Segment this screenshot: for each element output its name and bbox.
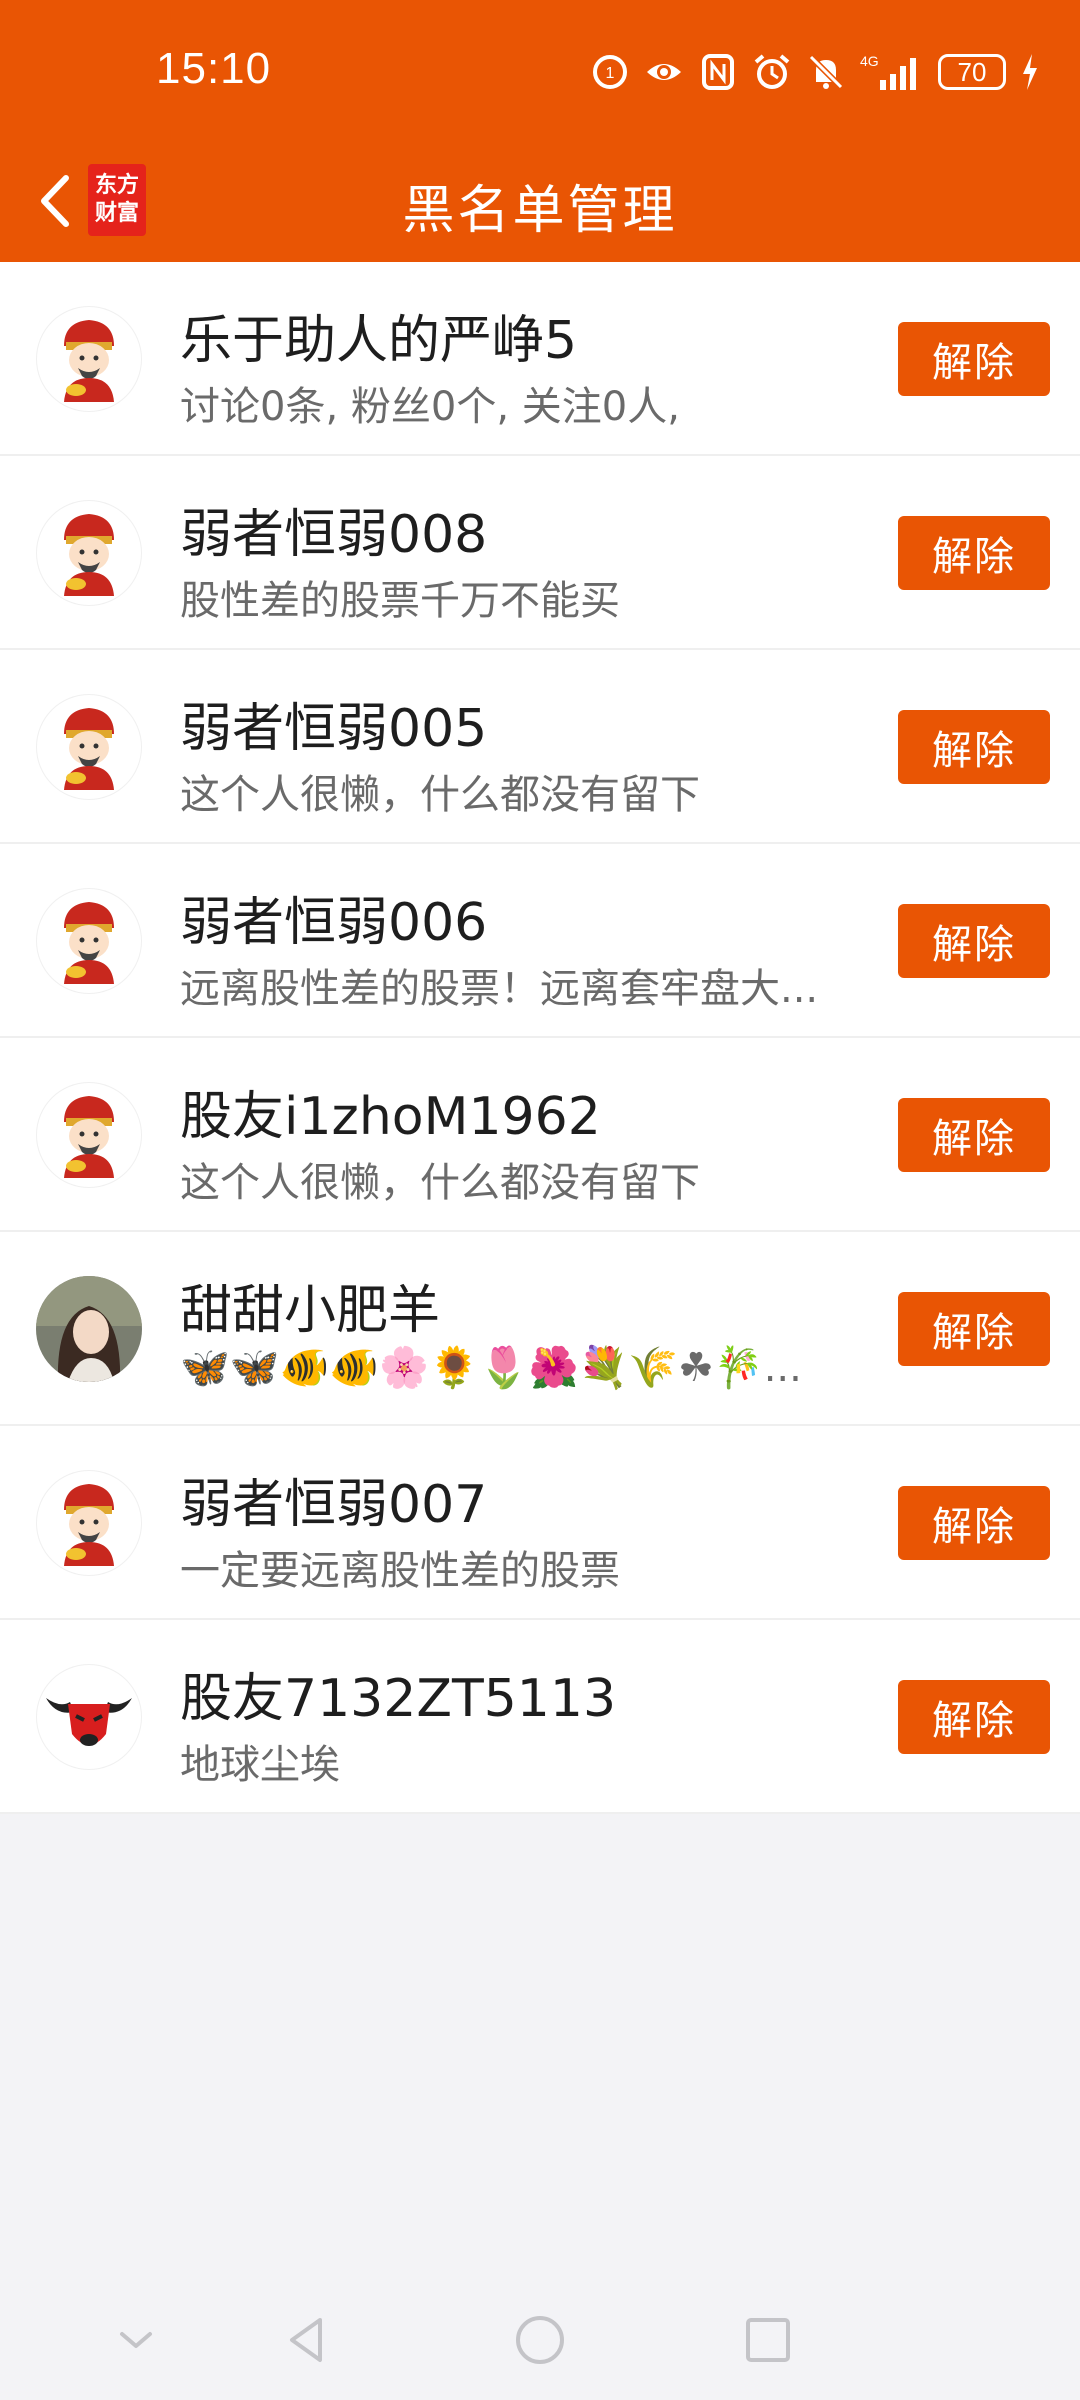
- mute-icon: [806, 52, 846, 92]
- battery-icon: 70: [938, 54, 1006, 90]
- blocked-user-row-7: 弱者恒弱007 一定要远离股性差的股票 解除: [0, 1426, 1080, 1620]
- title-bar: 东方 财富 黑名单管理: [0, 140, 1080, 262]
- user-description: 一定要远离股性差的股票: [180, 1548, 620, 1594]
- user-description: 股性差的股票千万不能买: [180, 578, 620, 624]
- caishen-avatar[interactable]: [36, 1082, 142, 1188]
- red-bull-avatar[interactable]: [36, 1664, 142, 1770]
- page-title: 黑名单管理: [402, 181, 678, 241]
- status-time: 15:10: [156, 44, 272, 93]
- status-icons: 1 4G 70: [590, 44, 1040, 100]
- caishen-avatar[interactable]: [36, 694, 142, 800]
- blocked-user-row-1: 乐于助人的严峥5 讨论0条, 粉丝0个, 关注0人, 解除: [0, 262, 1080, 456]
- user-name[interactable]: 弱者恒弱005: [180, 686, 487, 761]
- user-name[interactable]: 乐于助人的严峥5: [180, 298, 577, 373]
- user-name[interactable]: 甜甜小肥羊: [180, 1268, 440, 1343]
- user-description: 地球尘埃: [180, 1742, 340, 1788]
- user-description: 这个人很懒，什么都没有留下: [180, 772, 700, 818]
- user-description: 这个人很懒，什么都没有留下: [180, 1160, 700, 1206]
- blocked-user-list: 乐于助人的严峥5 讨论0条, 粉丝0个, 关注0人, 解除 弱者恒弱008 股性…: [0, 262, 1080, 1814]
- remove-button[interactable]: 解除: [898, 516, 1050, 590]
- caishen-avatar[interactable]: [36, 1470, 142, 1576]
- blocked-user-row-6: 甜甜小肥羊 🦋🦋🐠🐠🌸🌻🌷🌺💐🌾☘🎋... 解除: [0, 1232, 1080, 1426]
- charging-icon: [1020, 52, 1040, 92]
- user-description: 讨论0条, 粉丝0个, 关注0人,: [180, 384, 680, 430]
- remove-button[interactable]: 解除: [898, 1292, 1050, 1366]
- eye-icon: [644, 52, 684, 92]
- system-nav-bar: [0, 2280, 1080, 2400]
- hd-call-icon: 1: [590, 52, 630, 92]
- user-name[interactable]: 弱者恒弱006: [180, 880, 487, 955]
- caishen-avatar[interactable]: [36, 306, 142, 412]
- remove-button[interactable]: 解除: [898, 710, 1050, 784]
- user-description: 远离股性差的股票！远离套牢盘大...: [180, 966, 819, 1012]
- status-bar: 15:10 1 4G 70: [0, 0, 1080, 140]
- user-description: 🦋🦋🐠🐠🌸🌻🌷🌺💐🌾☘🎋...: [180, 1345, 802, 1391]
- svg-text:4G: 4G: [860, 53, 879, 69]
- alarm-icon: [752, 52, 792, 92]
- svg-text:1: 1: [606, 65, 615, 82]
- remove-button[interactable]: 解除: [898, 1680, 1050, 1754]
- home-icon[interactable]: [508, 2308, 572, 2372]
- recents-icon[interactable]: [736, 2308, 800, 2372]
- remove-button[interactable]: 解除: [898, 904, 1050, 978]
- blocked-user-row-2: 弱者恒弱008 股性差的股票千万不能买 解除: [0, 456, 1080, 650]
- caishen-avatar[interactable]: [36, 888, 142, 994]
- remove-button[interactable]: 解除: [898, 1098, 1050, 1172]
- caishen-avatar[interactable]: [36, 500, 142, 606]
- battery-level: 70: [957, 56, 987, 87]
- blocked-user-row-4: 弱者恒弱006 远离股性差的股票！远离套牢盘大... 解除: [0, 844, 1080, 1038]
- nfc-icon: [698, 52, 738, 92]
- blocked-user-row-8: 股友7132ZT5113 地球尘埃 解除: [0, 1620, 1080, 1814]
- remove-button[interactable]: 解除: [898, 322, 1050, 396]
- blocked-user-row-5: 股友i1zhoM1962 这个人很懒，什么都没有留下 解除: [0, 1038, 1080, 1232]
- user-name[interactable]: 弱者恒弱008: [180, 492, 487, 567]
- user-name[interactable]: 弱者恒弱007: [180, 1462, 487, 1537]
- collapse-icon[interactable]: [104, 2308, 168, 2372]
- back-icon[interactable]: [276, 2308, 340, 2372]
- signal-icon: 4G: [860, 52, 924, 92]
- user-name[interactable]: 股友7132ZT5113: [180, 1656, 616, 1731]
- user-name[interactable]: 股友i1zhoM1962: [180, 1074, 601, 1149]
- blocked-user-row-3: 弱者恒弱005 这个人很懒，什么都没有留下 解除: [0, 650, 1080, 844]
- remove-button[interactable]: 解除: [898, 1486, 1050, 1560]
- photo-avatar[interactable]: [36, 1276, 142, 1382]
